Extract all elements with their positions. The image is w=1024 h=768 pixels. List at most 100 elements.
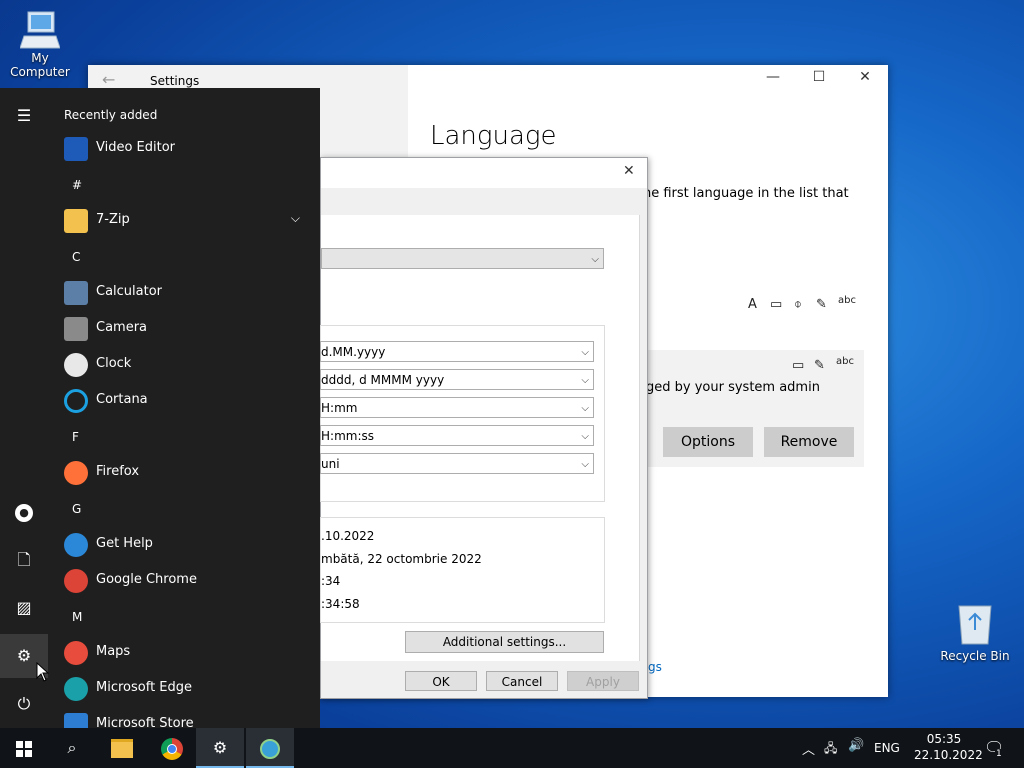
start-app-item[interactable]: Firefox xyxy=(62,457,312,489)
text-to-speech-icon: ▭ xyxy=(770,297,783,312)
remove-button[interactable]: Remove xyxy=(764,427,854,457)
computer-icon xyxy=(19,11,61,49)
options-button[interactable]: Options xyxy=(663,427,753,457)
desktop-icon-my-computer[interactable]: My Computer xyxy=(0,8,80,79)
recycle-bin-icon xyxy=(958,605,992,645)
start-app-item[interactable]: Clock xyxy=(62,349,312,381)
chevron-down-icon: ⌵ xyxy=(581,347,589,358)
clock[interactable]: 05:35 22.10.2022 xyxy=(914,732,983,762)
start-section-letter[interactable]: G xyxy=(72,502,81,516)
documents-icon[interactable]: 🗋 xyxy=(0,538,48,582)
language-indicator[interactable]: ENG xyxy=(874,741,900,755)
app-label: Google Chrome xyxy=(96,572,197,587)
chevron-up-icon[interactable]: ︿ xyxy=(802,739,815,758)
handwriting-icon: ✎ xyxy=(814,358,825,373)
long-date-example: mbătă, 22 octombrie 2022 xyxy=(321,552,482,566)
maps-icon xyxy=(64,641,88,665)
hamburger-menu-icon[interactable]: ☰ xyxy=(0,94,48,138)
short-date-value: d.MM.yyyy xyxy=(321,345,386,359)
start-section-letter[interactable]: C xyxy=(72,250,80,264)
start-button[interactable] xyxy=(0,728,48,768)
date-display: 22.10.2022 xyxy=(914,748,983,762)
start-app-item[interactable]: 7-Zip ⌵ xyxy=(62,205,312,237)
settings-taskbar-icon[interactable]: ⚙ xyxy=(196,728,244,768)
page-title: Language xyxy=(430,121,557,151)
desktop-icon-label: Recycle Bin xyxy=(940,649,1010,663)
time-display: 05:35 xyxy=(926,732,962,746)
long-date-value: dddd, d MMMM yyyy xyxy=(321,373,445,387)
start-app-item[interactable]: Cortana xyxy=(62,385,312,417)
app-label: Maps xyxy=(96,644,131,659)
clock-icon xyxy=(64,353,88,377)
language-description: ne first language in the list that xyxy=(643,186,849,201)
short-time-value: H:mm xyxy=(321,401,358,415)
desktop-icon-label: My Computer xyxy=(10,51,70,79)
managed-notice: ged by your system admin xyxy=(646,380,820,395)
additional-settings-button[interactable]: Additional settings... xyxy=(405,631,604,653)
chevron-down-icon: ⌵ xyxy=(591,254,599,265)
app-label: Firefox xyxy=(96,464,140,479)
app-label: Calculator xyxy=(96,284,163,299)
start-app-item[interactable]: Maps xyxy=(62,637,312,669)
formats-panel: ⌵ d.MM.yyyy ⌵ dddd, d MMMM yyyy ⌵ H:mm ⌵ H:… xyxy=(320,215,640,661)
first-day-select[interactable]: uni ⌵ xyxy=(320,453,594,474)
app-label: Video Editor xyxy=(96,140,176,155)
maximize-button[interactable]: ☐ xyxy=(804,69,834,85)
minimize-button[interactable]: — xyxy=(758,69,788,85)
short-time-example: :34 xyxy=(321,574,341,588)
folder-icon xyxy=(64,209,88,233)
apply-button[interactable]: Apply xyxy=(567,671,639,691)
spellcheck-icon: abc xyxy=(836,356,854,367)
close-button[interactable]: ✕ xyxy=(850,69,880,85)
search-icon[interactable]: ⌕ xyxy=(48,728,96,768)
ok-button[interactable]: OK xyxy=(405,671,477,691)
chrome-icon xyxy=(64,569,88,593)
edge-icon xyxy=(64,677,88,701)
pictures-icon[interactable]: ▨ xyxy=(0,586,48,630)
region-control-panel-icon[interactable] xyxy=(246,728,294,768)
app-label: Cortana xyxy=(96,392,148,407)
region-dialog: ✕ ⌵ d.MM.yyyy ⌵ dddd, d MMMM yyyy ⌵ H:mm ⌵ … xyxy=(320,157,648,699)
chevron-down-icon[interactable]: ⌵ xyxy=(291,211,300,226)
format-select[interactable]: ⌵ xyxy=(321,248,604,269)
start-app-item[interactable]: Microsoft Edge xyxy=(62,673,312,705)
microphone-icon: ⌽ xyxy=(794,297,802,312)
start-app-item[interactable]: Get Help xyxy=(62,529,312,561)
app-label: 7-Zip xyxy=(96,212,130,227)
power-icon[interactable]: ⏻ xyxy=(0,682,48,726)
close-icon[interactable]: ✕ xyxy=(623,163,635,179)
cancel-button[interactable]: Cancel xyxy=(486,671,558,691)
start-app-item[interactable]: Google Chrome xyxy=(62,565,312,597)
cortana-icon xyxy=(64,389,88,413)
app-label: Camera xyxy=(96,320,148,335)
long-time-select[interactable]: H:mm:ss ⌵ xyxy=(320,425,594,446)
short-time-select[interactable]: H:mm ⌵ xyxy=(320,397,594,418)
settings-link[interactable]: gs xyxy=(648,660,662,674)
video-editor-icon xyxy=(64,137,88,161)
start-section-letter[interactable]: M xyxy=(72,610,82,624)
recently-added-heading: Recently added xyxy=(64,108,158,122)
start-section-letter[interactable]: F xyxy=(72,430,79,444)
start-app-item[interactable]: Video Editor xyxy=(62,133,312,165)
long-date-select[interactable]: dddd, d MMMM yyyy ⌵ xyxy=(320,369,594,390)
back-arrow-icon[interactable]: ← xyxy=(102,70,115,89)
handwriting-icon: ✎ xyxy=(816,297,827,312)
start-section-letter[interactable]: # xyxy=(72,178,82,192)
text-to-speech-icon: ▭ xyxy=(792,358,805,373)
chrome-icon[interactable] xyxy=(148,728,196,768)
chevron-down-icon: ⌵ xyxy=(581,431,589,442)
desktop-icon-recycle-bin[interactable]: Recycle Bin xyxy=(940,600,1010,663)
volume-icon[interactable]: 🔊 xyxy=(848,738,864,753)
network-icon[interactable]: 🖧 xyxy=(824,739,837,760)
app-label: Clock xyxy=(96,356,132,371)
first-day-value: uni xyxy=(321,457,340,471)
notification-badge: 1 xyxy=(995,749,1003,759)
start-app-item[interactable]: Calculator xyxy=(62,277,312,309)
short-date-select[interactable]: d.MM.yyyy ⌵ xyxy=(320,341,594,362)
chevron-down-icon: ⌵ xyxy=(581,459,589,470)
file-explorer-icon[interactable] xyxy=(98,728,146,768)
start-menu: ☰ ● 🗋 ▨ ⚙ ⏻ Recently added Video Editor #… xyxy=(0,88,320,737)
user-account-icon[interactable]: ● xyxy=(0,490,48,534)
start-app-item[interactable]: Camera xyxy=(62,313,312,345)
app-label: Microsoft Edge xyxy=(96,680,193,695)
